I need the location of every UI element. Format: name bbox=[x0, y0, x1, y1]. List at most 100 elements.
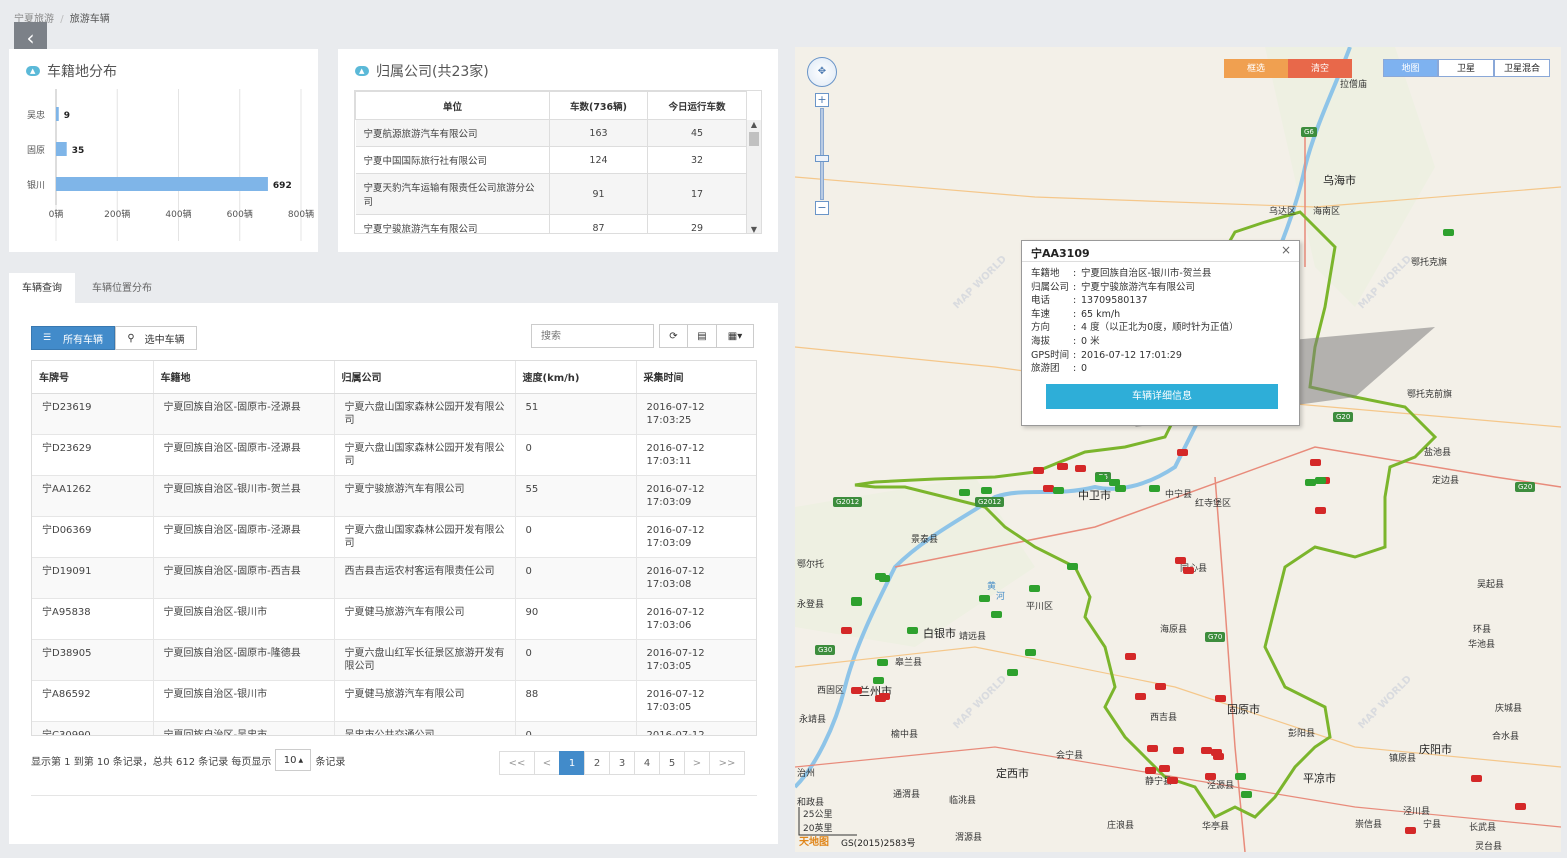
stopped-vehicle-marker[interactable] bbox=[1405, 827, 1416, 834]
table-row[interactable]: 宁C30990宁夏回族自治区-吴忠市吴忠市公共交通公司02016-07-12 1… bbox=[32, 721, 756, 735]
moving-vehicle-marker[interactable] bbox=[907, 627, 918, 634]
map-type-hybrid[interactable]: 卫星混合 bbox=[1494, 59, 1550, 77]
stopped-vehicle-marker[interactable] bbox=[841, 627, 852, 634]
refresh-button[interactable]: ⟳ bbox=[659, 324, 688, 348]
table-row[interactable]: 宁D23619 宁夏回族自治区-固原市-泾源县 宁夏六盘山国家森林公园开发有限公司 5… bbox=[32, 393, 756, 435]
company-row[interactable]: 宁夏天豹汽车运输有限责任公司旅游分公司 91 17 bbox=[355, 173, 747, 215]
bar[interactable] bbox=[56, 107, 59, 121]
moving-vehicle-marker[interactable] bbox=[1149, 485, 1160, 492]
moving-vehicle-marker[interactable] bbox=[1029, 585, 1040, 592]
map-type-satellite[interactable]: 卫星 bbox=[1438, 59, 1494, 77]
page-button[interactable]: 5 bbox=[659, 751, 685, 775]
moving-vehicle-marker[interactable] bbox=[1067, 563, 1078, 570]
company-row[interactable]: 宁夏中国国际旅行社有限公司 124 32 bbox=[355, 146, 747, 174]
scroll-down-arrow[interactable]: ▼ bbox=[747, 225, 761, 233]
stopped-vehicle-marker[interactable] bbox=[1205, 773, 1216, 780]
zoom-out-button[interactable]: − bbox=[815, 201, 829, 215]
moving-vehicle-marker[interactable] bbox=[979, 595, 990, 602]
box-select-button[interactable]: 框选 bbox=[1224, 59, 1288, 78]
moving-vehicle-marker[interactable] bbox=[877, 659, 888, 666]
popup-close-button[interactable]: × bbox=[1281, 243, 1291, 257]
company-row[interactable]: 宁夏宁骏旅游汽车有限公司 87 29 bbox=[355, 214, 747, 233]
tab-vehicle-location[interactable]: 车辆位置分布 bbox=[79, 273, 165, 303]
pan-control[interactable]: ✥ bbox=[807, 57, 837, 87]
moving-vehicle-marker[interactable] bbox=[959, 489, 970, 496]
vehicle-col-plate[interactable]: 车牌号 bbox=[32, 361, 154, 394]
stopped-vehicle-marker[interactable] bbox=[1315, 507, 1326, 514]
company-col-count[interactable]: 车数(736辆) bbox=[549, 91, 648, 120]
page-button[interactable]: 4 bbox=[634, 751, 660, 775]
vehicle-col-region[interactable]: 车籍地 bbox=[153, 361, 335, 394]
stopped-vehicle-marker[interactable] bbox=[1167, 777, 1178, 784]
moving-vehicle-marker[interactable] bbox=[1305, 479, 1316, 486]
stopped-vehicle-marker[interactable] bbox=[1177, 449, 1188, 456]
page-size-select[interactable]: 10 ▲ bbox=[275, 749, 312, 771]
all-vehicles-button[interactable]: ☰ 所有车辆 bbox=[31, 326, 115, 350]
table-row[interactable]: 宁AA1262 宁夏回族自治区-银川市-贺兰县 宁夏宁骏旅游汽车有限公司 55 2016… bbox=[32, 475, 756, 517]
stopped-vehicle-marker[interactable] bbox=[1145, 767, 1156, 774]
search-input[interactable] bbox=[531, 324, 654, 348]
zoom-in-button[interactable]: + bbox=[815, 93, 829, 107]
stopped-vehicle-marker[interactable] bbox=[1310, 459, 1321, 466]
stopped-vehicle-marker[interactable] bbox=[1057, 463, 1068, 470]
company-table-scrollbar[interactable]: ▲ ▼ bbox=[746, 120, 761, 233]
moving-vehicle-marker[interactable] bbox=[991, 611, 1002, 618]
vehicle-detail-button[interactable]: 车辆详细信息 bbox=[1046, 384, 1278, 409]
clear-button[interactable]: 清空 bbox=[1288, 59, 1352, 78]
moving-vehicle-marker[interactable] bbox=[1095, 475, 1106, 482]
stopped-vehicle-marker[interactable] bbox=[1159, 765, 1170, 772]
scroll-up-arrow[interactable]: ▲ bbox=[747, 120, 761, 129]
table-row[interactable]: 宁A86592 宁夏回族自治区-银川市 宁夏健马旅游汽车有限公司 88 2016-07-… bbox=[32, 680, 756, 722]
moving-vehicle-marker[interactable] bbox=[981, 487, 992, 494]
stopped-vehicle-marker[interactable] bbox=[1183, 567, 1194, 574]
stopped-vehicle-marker[interactable] bbox=[1515, 803, 1526, 810]
zoom-slider-track[interactable] bbox=[820, 108, 824, 200]
stopped-vehicle-marker[interactable] bbox=[1471, 775, 1482, 782]
bar[interactable] bbox=[56, 177, 268, 191]
moving-vehicle-marker[interactable] bbox=[1443, 229, 1454, 236]
zoom-slider-handle[interactable] bbox=[815, 155, 829, 162]
stopped-vehicle-marker[interactable] bbox=[1155, 683, 1166, 690]
vehicle-col-speed[interactable]: 速度(km/h) bbox=[515, 361, 637, 394]
company-col-running[interactable]: 今日运行车数 bbox=[647, 91, 747, 120]
stopped-vehicle-marker[interactable] bbox=[1175, 557, 1186, 564]
table-row[interactable]: 宁D23629 宁夏回族自治区-固原市-泾源县 宁夏六盘山国家森林公园开发有限公司 0… bbox=[32, 434, 756, 476]
table-row[interactable]: 宁D38905 宁夏回族自治区-固原市-隆德县 宁夏六盘山红军长征景区旅游开发有限公… bbox=[32, 639, 756, 681]
moving-vehicle-marker[interactable] bbox=[1315, 477, 1326, 484]
vehicle-col-time[interactable]: 采集时间 bbox=[636, 361, 756, 394]
company-row[interactable]: 宁夏航源旅游汽车有限公司 163 45 bbox=[355, 119, 747, 147]
map-type-map[interactable]: 地图 bbox=[1383, 59, 1438, 77]
page-button[interactable]: 2 bbox=[584, 751, 610, 775]
tab-vehicle-query[interactable]: 车辆查询 bbox=[9, 273, 75, 303]
table-row[interactable]: 宁D19091 宁夏回族自治区-固原市-西吉县 西吉县吉运农村客运有限责任公司 0 20… bbox=[32, 557, 756, 599]
columns-button[interactable]: ▦▾ bbox=[716, 324, 754, 348]
last-page-button[interactable]: >> bbox=[709, 751, 745, 775]
page-button[interactable]: 1 bbox=[559, 751, 585, 775]
moving-vehicle-marker[interactable] bbox=[879, 575, 890, 582]
stopped-vehicle-marker[interactable] bbox=[1075, 465, 1086, 472]
moving-vehicle-marker[interactable] bbox=[1007, 669, 1018, 676]
stopped-vehicle-marker[interactable] bbox=[1213, 753, 1224, 760]
first-page-button[interactable]: << bbox=[499, 751, 535, 775]
stopped-vehicle-marker[interactable] bbox=[879, 693, 890, 700]
moving-vehicle-marker[interactable] bbox=[851, 597, 862, 604]
map-view[interactable]: 乌海市 海南区 乌达区 拉僧庙 鄂托克旗 鄂托克前旗 中卫市 中宁县 红寺堡区 盐池县 定边县 景泰县… bbox=[795, 47, 1561, 852]
page-button[interactable]: 3 bbox=[609, 751, 635, 775]
company-col-unit[interactable]: 单位 bbox=[355, 91, 550, 120]
moving-vehicle-marker[interactable] bbox=[1053, 487, 1064, 494]
stopped-vehicle-marker[interactable] bbox=[1147, 745, 1158, 752]
stopped-vehicle-marker[interactable] bbox=[1215, 695, 1226, 702]
next-page-button[interactable]: > bbox=[684, 751, 710, 775]
moving-vehicle-marker[interactable] bbox=[1115, 485, 1126, 492]
moving-vehicle-marker[interactable] bbox=[873, 677, 884, 684]
moving-vehicle-marker[interactable] bbox=[1235, 773, 1246, 780]
stopped-vehicle-marker[interactable] bbox=[851, 687, 862, 694]
stopped-vehicle-marker[interactable] bbox=[1125, 653, 1136, 660]
vehicle-col-company[interactable]: 归属公司 bbox=[334, 361, 516, 394]
stopped-vehicle-marker[interactable] bbox=[1033, 467, 1044, 474]
bar[interactable] bbox=[56, 142, 67, 156]
toggle-view-button[interactable]: ▤ bbox=[687, 324, 717, 348]
scroll-thumb[interactable] bbox=[749, 132, 759, 146]
moving-vehicle-marker[interactable] bbox=[1025, 649, 1036, 656]
stopped-vehicle-marker[interactable] bbox=[1173, 747, 1184, 754]
